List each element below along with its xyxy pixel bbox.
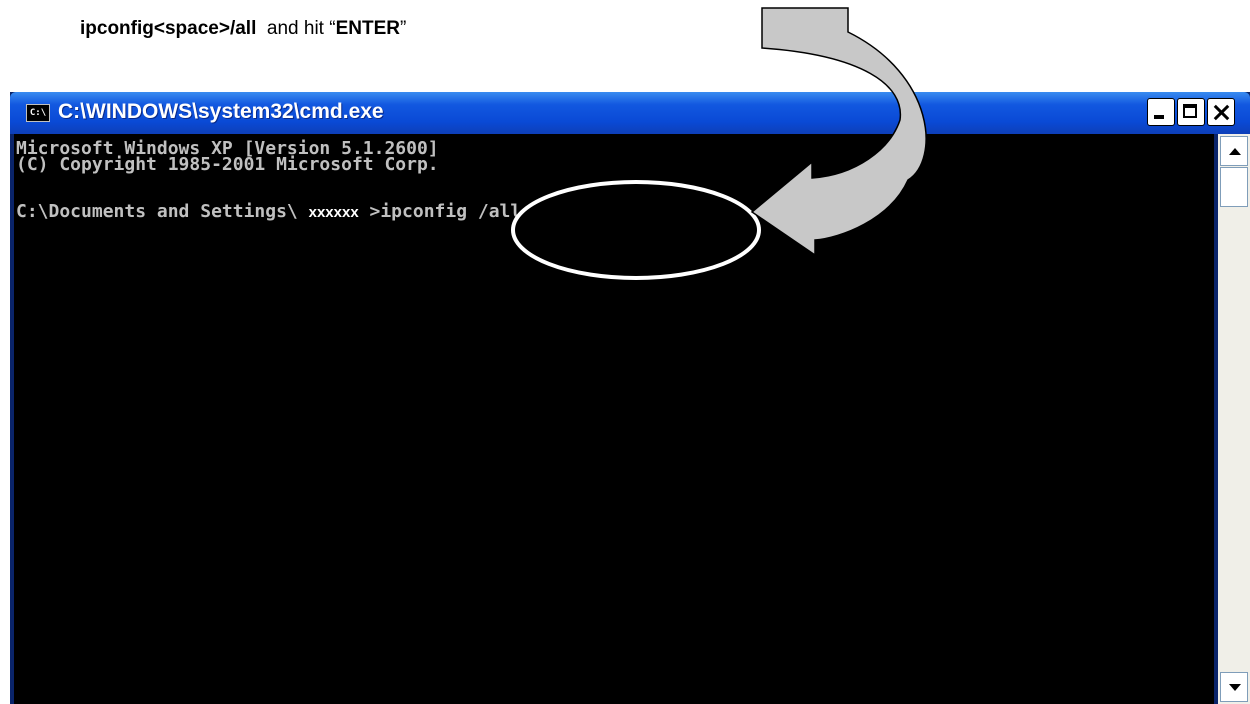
annotation-overlay [511, 7, 927, 280]
highlight-ellipse [511, 180, 761, 280]
curved-arrow-icon [750, 7, 927, 257]
